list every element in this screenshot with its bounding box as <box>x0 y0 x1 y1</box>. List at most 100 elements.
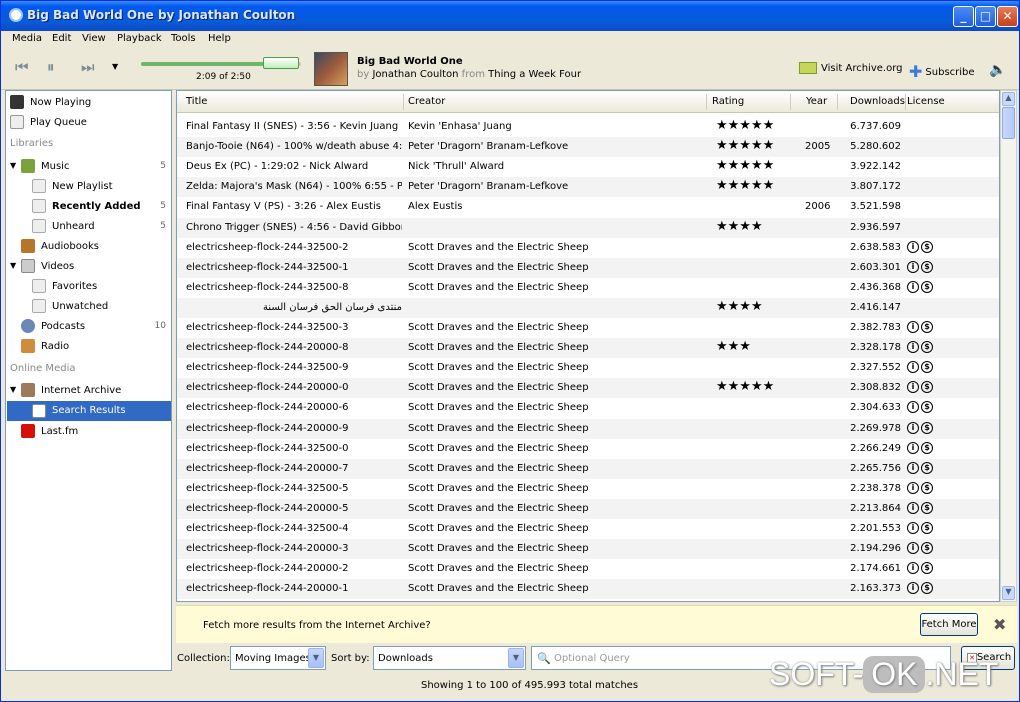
table-row[interactable]: electricsheep-flock-244-32500-2 Scott Dra… <box>177 238 999 258</box>
sidebar-item-radio[interactable]: Radio <box>21 338 169 356</box>
license-by-icon[interactable]: i <box>907 501 919 514</box>
license-nc-icon[interactable]: $ <box>921 401 933 414</box>
sidebar-item-new-playlist[interactable]: New Playlist <box>32 178 170 196</box>
license-by-icon[interactable]: i <box>907 582 919 595</box>
license-nc-icon[interactable]: $ <box>921 441 933 454</box>
pause-icon[interactable]: ⏸ <box>47 58 55 76</box>
sidebar-item-internet-archive[interactable]: ▼ Internet Archive <box>10 382 170 400</box>
fetch-more-button[interactable]: Fetch More <box>920 613 978 636</box>
license-by-icon[interactable]: i <box>907 441 919 454</box>
column-title[interactable]: Title <box>186 96 207 107</box>
table-row[interactable]: Final Fantasy V (PS) - 3:26 - Alex Eusti… <box>177 197 999 217</box>
sidebar-item-lastfm[interactable]: Last.fm <box>21 423 169 441</box>
scroll-up-icon[interactable]: ▲ <box>1002 92 1015 106</box>
rating-stars[interactable]: ★★★ <box>716 339 788 354</box>
table-row[interactable]: Zelda: Majora's Mask (N64) - 100% 6:55 -… <box>177 177 999 198</box>
rating-stars[interactable]: ★★★★★ <box>716 379 788 394</box>
rating-stars[interactable]: ★★★★ <box>716 299 788 314</box>
next-icon[interactable]: ⏭ <box>81 58 95 76</box>
license-by-icon[interactable]: i <box>907 401 919 414</box>
license-by-icon[interactable]: i <box>907 240 919 253</box>
license-nc-icon[interactable]: $ <box>921 260 933 273</box>
license-by-icon[interactable]: i <box>907 260 919 273</box>
seek-handle[interactable] <box>263 57 299 69</box>
table-row[interactable]: Deus Ex (PC) - 1:29:02 - Nick Alward Nick… <box>177 157 999 177</box>
menu-tools[interactable]: Tools <box>171 33 196 44</box>
sidebar-item-play-queue[interactable]: Play Queue <box>10 114 168 132</box>
table-row[interactable]: electricsheep-flock-244-20000-5 Scott Dra… <box>177 498 999 519</box>
sidebar-item-unwatched[interactable]: Unwatched <box>32 298 170 316</box>
sidebar-item-now-playing[interactable]: Now Playing <box>10 94 168 112</box>
column-creator[interactable]: Creator <box>408 96 445 107</box>
license-nc-icon[interactable]: $ <box>921 542 933 555</box>
menu-playback[interactable]: Playback <box>117 33 162 44</box>
license-by-icon[interactable]: i <box>907 341 919 354</box>
subscribe-button[interactable]: ✚ Subscribe <box>909 62 975 81</box>
license-by-icon[interactable]: i <box>907 481 919 494</box>
table-row[interactable]: electricsheep-flock-244-20000-1 Scott Dra… <box>177 579 999 600</box>
column-downloads[interactable]: Downloads <box>850 96 905 107</box>
rating-stars[interactable]: ★★★★★ <box>716 118 788 133</box>
sidebar-item-music[interactable]: ▼ Music 5 <box>10 158 170 176</box>
rating-stars[interactable]: ★★★★ <box>716 219 788 234</box>
license-by-icon[interactable]: i <box>907 361 919 374</box>
license-by-icon[interactable]: i <box>907 562 919 575</box>
column-rating[interactable]: Rating <box>712 96 744 107</box>
sidebar-item-audiobooks[interactable]: Audiobooks <box>21 238 169 256</box>
column-license[interactable]: License <box>907 96 945 107</box>
close-icon[interactable]: ✖ <box>993 615 1006 634</box>
minimize-button[interactable]: _ <box>953 6 974 27</box>
column-year[interactable]: Year <box>806 96 827 107</box>
collection-select[interactable]: Moving Images ▼ <box>230 646 326 670</box>
table-row[interactable]: Banjo-Tooie (N64) - 100% w/death abuse 4… <box>177 137 999 158</box>
table-row[interactable]: Chrono Trigger (SNES) - 4:56 - David Gib… <box>177 217 999 238</box>
sidebar-item-podcasts[interactable]: Podcasts 10 <box>21 318 170 336</box>
license-nc-icon[interactable]: $ <box>921 481 933 494</box>
table-row[interactable]: electricsheep-flock-244-32500-8 Scott Dra… <box>177 278 999 298</box>
sort-select[interactable]: Downloads ▼ <box>373 646 526 670</box>
license-by-icon[interactable]: i <box>907 421 919 434</box>
license-by-icon[interactable]: i <box>907 321 919 333</box>
license-by-icon[interactable]: i <box>907 280 919 293</box>
license-nc-icon[interactable]: $ <box>921 321 933 333</box>
menu-edit[interactable]: Edit <box>52 33 71 44</box>
table-row[interactable]: Final Fantasy II (SNES) - 3:56 - Kevin J… <box>177 117 999 137</box>
table-row[interactable]: electricsheep-flock-244-20000-2 Scott Dra… <box>177 559 999 579</box>
expand-icon[interactable]: ▼ <box>10 161 16 170</box>
license-nc-icon[interactable]: $ <box>921 421 933 434</box>
close-button[interactable]: ✕ <box>997 6 1018 27</box>
table-row[interactable]: electricsheep-flock-244-20000-9 Scott Dra… <box>177 418 999 439</box>
results-scrollbar[interactable]: ▲ ▼ <box>1000 90 1017 602</box>
table-row[interactable]: electricsheep-flock-244-32500-5 Scott Dra… <box>177 479 999 499</box>
license-nc-icon[interactable]: $ <box>921 341 933 354</box>
sidebar-item-videos[interactable]: ▼ Videos <box>10 258 170 276</box>
menu-media[interactable]: Media <box>12 33 42 44</box>
sidebar-item-unheard[interactable]: Unheard 5 <box>32 218 170 236</box>
license-nc-icon[interactable]: $ <box>921 280 933 293</box>
scroll-down-icon[interactable]: ▼ <box>1002 586 1015 600</box>
license-nc-icon[interactable]: $ <box>921 361 933 374</box>
rating-stars[interactable]: ★★★★★ <box>716 178 788 193</box>
maximize-button[interactable]: □ <box>975 6 996 27</box>
visit-archive-button[interactable]: Visit Archive.org <box>799 62 902 74</box>
license-by-icon[interactable]: i <box>907 522 919 534</box>
expand-icon[interactable]: ▼ <box>10 385 16 394</box>
menu-help[interactable]: Help <box>208 33 231 44</box>
album-cover[interactable] <box>314 52 348 86</box>
sidebar-item-favorites[interactable]: Favorites <box>32 278 170 296</box>
sidebar-item-search-results[interactable]: Search Results <box>7 401 171 421</box>
license-by-icon[interactable]: i <box>907 461 919 474</box>
chevron-down-icon[interactable]: ▼ <box>508 648 524 668</box>
table-row[interactable]: electricsheep-flock-244-32500-4 Scott Dra… <box>177 519 999 539</box>
chevron-down-icon[interactable]: ▼ <box>308 648 324 668</box>
table-row[interactable]: electricsheep-flock-244-32500-0 Scott Dra… <box>177 439 999 459</box>
menu-view[interactable]: View <box>82 33 106 44</box>
table-row[interactable]: electricsheep-flock-244-20000-7 Scott Dra… <box>177 458 999 479</box>
license-by-icon[interactable]: i <box>907 381 919 394</box>
scroll-thumb[interactable] <box>1002 107 1015 139</box>
previous-icon[interactable]: ⏮ <box>15 58 29 76</box>
license-nc-icon[interactable]: $ <box>921 240 933 253</box>
chevron-down-icon[interactable]: ▼ <box>112 62 118 71</box>
table-row[interactable]: منتدى فرسان الحق فرسان السنة ★★★★ 2.416.14… <box>177 297 999 318</box>
license-by-icon[interactable]: i <box>907 542 919 555</box>
